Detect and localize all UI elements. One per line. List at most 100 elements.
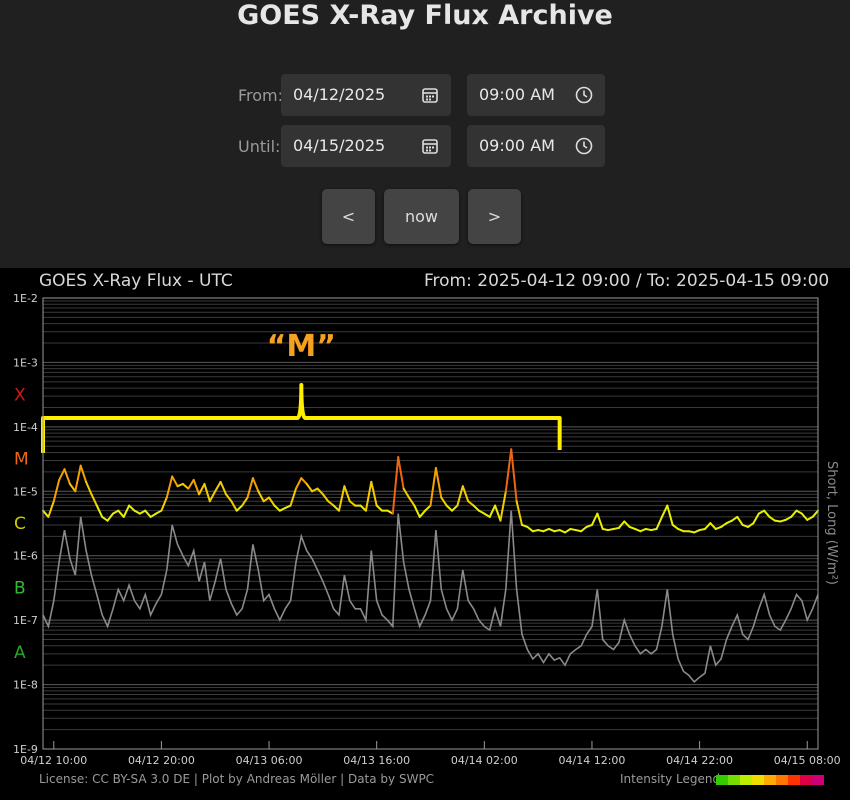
x-tick-label: 04/14 02:00 [451,754,518,767]
series-long-segment [251,477,260,493]
x-tick-label: 04/15 08:00 [774,754,841,767]
legend-swatch [764,775,776,785]
y-tick-label: 1E-3 [13,356,38,369]
series-long-segment [418,509,427,518]
series-long-segment [192,478,201,496]
series-long-segment [763,509,771,518]
x-tick-label: 04/13 16:00 [343,754,410,767]
until-date-field[interactable]: 04/15/2025 [281,125,451,167]
y-tick-label: 1E-4 [13,421,38,434]
flux-plot: 1E-21E-31E-41E-51E-61E-71E-81E-9 XMCBA 0… [13,292,841,767]
series-long-segment [52,478,61,503]
series-long-segment [79,464,88,483]
series-long-segment [488,504,497,518]
series-long-segment [451,504,459,512]
series-long-segment [472,504,480,512]
series-long-segment [494,504,502,522]
y-tick-label: 1E-5 [13,485,38,498]
series-long-segment [736,515,744,526]
legend-swatch [752,775,764,785]
series-long-segment [198,482,206,496]
series-long-segment [580,525,588,533]
series-long-segment [424,504,432,512]
y-tick-label: 1E-6 [13,550,38,563]
series-long-segment [214,480,222,493]
flare-class-label: X [14,385,26,405]
series-long-segment [504,448,513,493]
x-tick-label: 04/12 10:00 [20,754,87,767]
from-date-value: 04/12/2025 [293,85,386,104]
series-long-segment [666,504,674,526]
previous-button[interactable]: < [322,189,375,244]
series-long-segment [117,509,125,518]
series-long-segment [257,490,265,503]
y-tick-label: 1E-8 [13,679,38,692]
series-long-segment [364,480,373,512]
archive-controls-panel: GOES X-Ray Flux Archive From: 04/12/2025… [0,0,850,268]
series-long-segment [273,504,281,512]
series-long-segment [300,477,308,485]
series-long-segment [655,515,663,530]
series-long-segment [171,475,179,488]
series-long-segment [402,487,410,499]
legend-swatch [800,775,812,785]
x-tick-label: 04/14 22:00 [666,754,733,767]
legend-swatch [812,775,824,785]
flare-class-label: B [14,579,26,599]
series-long-segment [58,468,66,481]
series-long-segment [219,480,227,496]
series-long-segment [510,448,518,503]
x-tick-label: 04/12 20:00 [128,754,195,767]
series-long-segment [790,509,798,518]
page-title: GOES X-Ray Flux Archive [237,0,613,31]
next-button[interactable]: > [468,189,521,244]
series-long-segment [413,504,421,518]
series-long-segment [660,504,669,518]
clock-icon[interactable] [575,86,593,104]
flare-class-label: C [14,514,26,534]
intensity-legend-bar [716,775,824,785]
calendar-icon[interactable] [421,137,439,155]
calendar-icon[interactable] [421,86,439,104]
intensity-legend-label: Intensity Legend [620,772,721,786]
y-axis-label: Short, Long (W/m²) [824,461,839,585]
from-label: From: [238,86,284,105]
from-time-field[interactable]: 09:00 AM [467,74,605,116]
series-long-segment [526,525,534,533]
series-long-segment [515,500,523,526]
until-time-field[interactable]: 09:00 AM [467,125,605,167]
legend-swatch [776,775,788,785]
m-class-bracket [41,383,562,453]
series-long-segment [327,500,335,507]
until-date-value: 04/15/2025 [293,136,386,155]
x-tick-label: 04/13 06:00 [236,754,303,767]
clock-icon[interactable] [575,137,593,155]
series-long-segment [305,482,314,493]
series-long-segment [42,509,50,518]
y-tick-label: 1E-7 [13,614,38,627]
series-long-segment [467,500,475,507]
series-long-segment [90,493,98,507]
series-long-segment [47,500,55,518]
series-long-segment [208,490,217,503]
series-long-segment [811,509,819,518]
series-long-segment [434,466,443,499]
legend-swatch [740,775,752,785]
series-long-segment [752,512,760,525]
until-label: Until: [238,137,281,156]
until-time-value: 09:00 AM [479,136,555,155]
series-long-segment [590,512,599,526]
series-long-segment [671,523,680,530]
from-date-field[interactable]: 04/12/2025 [281,74,451,116]
x-tick-label: 04/14 12:00 [559,754,626,767]
from-time-value: 09:00 AM [479,85,555,104]
series-long-segment [203,482,211,503]
legend-swatch [788,775,800,785]
legend-swatch [716,775,728,785]
y-tick-label: 1E-2 [13,292,38,305]
now-button[interactable]: now [384,189,459,244]
series-long-segment [144,509,152,518]
series-long-segment [445,504,454,512]
flare-class-label: M [14,450,29,470]
series-long-segment [709,522,717,530]
